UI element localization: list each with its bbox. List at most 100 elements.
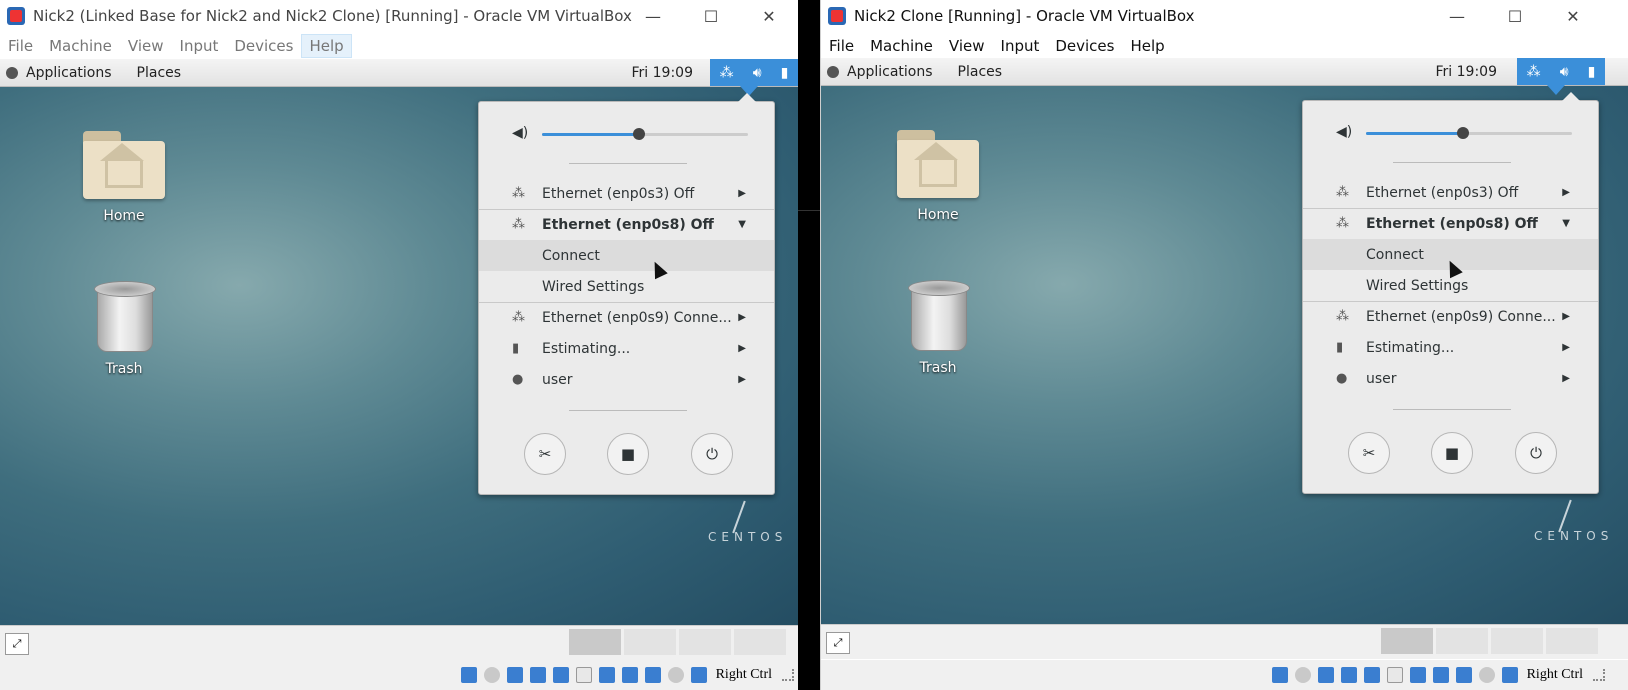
menu-item-battery[interactable]: ▮ Estimating... ▶ [479,333,774,364]
title-bar[interactable]: Nick2 (Linked Base for Nick2 and Nick2 C… [0,0,798,32]
guest-screen[interactable]: Applications Places Fri 19:09 ⁂ 🔊︎ ▮ Hom… [821,58,1628,624]
workspace-4[interactable] [1546,628,1598,654]
desktop-icon-home[interactable]: Home [69,131,179,224]
shared-folders-icon[interactable] [1386,667,1403,683]
clock[interactable]: Fri 19:09 [1436,64,1497,80]
workspace-4[interactable] [734,629,786,655]
applications-menu[interactable]: Applications [827,64,933,80]
resize-grip[interactable] [1593,669,1605,681]
usb-icon[interactable] [1363,667,1380,683]
workspace-2[interactable] [624,629,676,655]
audio-icon[interactable] [1317,667,1334,683]
gnome-top-bar: Applications Places Fri 19:09 ⁂ 🔊︎ ▮ [821,58,1628,95]
menu-devices[interactable]: Devices [226,34,301,58]
keyboard-capture-icon[interactable] [1501,667,1518,683]
volume-row: ◀︎) [1303,123,1598,143]
usb-icon[interactable] [552,667,569,683]
menu-file[interactable]: File [821,34,862,58]
menu-view[interactable]: View [941,34,993,58]
virtualbox-logo-icon [7,7,25,25]
lock-button[interactable]: ■ [1431,432,1473,474]
desktop-icon-home[interactable]: Home [883,130,993,223]
minimize-button[interactable]: — [1428,0,1486,32]
volume-slider-knob[interactable] [1457,127,1469,139]
menu-item-ethernet-enp0s3[interactable]: ⁂ Ethernet (enp0s3) Off ▶ [1303,177,1598,208]
desktop-icon-trash[interactable]: Trash [883,280,993,376]
optical-drive-icon[interactable] [1294,667,1311,683]
mouse-integration-icon[interactable] [667,667,684,683]
power-button[interactable]: ⏻ [1515,432,1557,474]
guest-screen[interactable]: Applications Places Fri 19:09 ⁂ 🔊︎ ▮ Hom… [0,59,798,625]
keyboard-capture-icon[interactable] [690,667,707,683]
network-adapter-icon[interactable] [529,667,546,683]
hard-disk-icon[interactable] [1271,667,1288,683]
network-wired-icon: ⁂ [1336,309,1349,324]
desktop-icon-trash[interactable]: Trash [69,281,179,377]
menu-item-connect[interactable]: Connect [479,240,774,271]
menu-file[interactable]: File [0,34,41,58]
menu-item-ethernet-enp0s9[interactable]: ⁂ Ethernet (enp0s9) Conne... ▶ [479,302,774,333]
settings-button[interactable]: ✂ [524,433,566,475]
settings-button[interactable]: ✂ [1348,432,1390,474]
menu-item-wired-settings[interactable]: Wired Settings [479,271,774,302]
workspace-2[interactable] [1436,628,1488,654]
network-adapter-icon[interactable] [1340,667,1357,683]
places-menu[interactable]: Places [958,64,1003,80]
title-bar[interactable]: Nick2 Clone [Running] - Oracle VM Virtua… [821,0,1628,32]
hard-disk-icon[interactable] [460,667,477,683]
clock[interactable]: Fri 19:09 [632,65,693,81]
menu-machine[interactable]: Machine [41,34,120,58]
menu-item-ethernet-enp0s8[interactable]: ⁂ Ethernet (enp0s8) Off ▼ [479,209,774,240]
scale-mode-button[interactable]: ⤢ [5,633,29,655]
power-button[interactable]: ⏻ [691,433,733,475]
virtualization-icon[interactable] [644,667,661,683]
lock-button[interactable]: ■ [607,433,649,475]
menu-item-ethernet-enp0s3[interactable]: ⁂ Ethernet (enp0s3) Off ▶ [479,178,774,209]
volume-slider[interactable] [1366,127,1572,139]
display-icon[interactable] [598,667,615,683]
menu-help[interactable]: Help [1122,34,1172,58]
menu-input[interactable]: Input [993,34,1048,58]
optical-drive-icon[interactable] [483,667,500,683]
menu-input[interactable]: Input [172,34,227,58]
workspace-1[interactable] [1381,628,1433,654]
minimize-button[interactable]: — [624,0,682,32]
volume-muted-icon: ◀︎) [1336,124,1353,140]
menu-item-ethernet-enp0s8[interactable]: ⁂ Ethernet (enp0s8) Off ▼ [1303,208,1598,239]
volume-slider-knob[interactable] [633,128,645,140]
menu-help[interactable]: Help [301,33,352,58]
video-capture-icon[interactable] [621,667,638,683]
places-menu[interactable]: Places [137,65,182,81]
volume-row: ◀︎) [479,124,774,144]
video-capture-icon[interactable] [1432,667,1449,683]
gnome-foot-icon [6,66,18,79]
mouse-integration-icon[interactable] [1478,667,1495,683]
virtualization-icon[interactable] [1455,667,1472,683]
maximize-button[interactable]: ☐ [682,0,740,32]
menu-machine[interactable]: Machine [862,34,941,58]
workspace-3[interactable] [679,629,731,655]
menu-item-ethernet-enp0s9[interactable]: ⁂ Ethernet (enp0s9) Conne... ▶ [1303,301,1598,332]
display-icon[interactable] [1409,667,1426,683]
menu-item-user[interactable]: ● user ▶ [479,364,774,395]
menu-item-user[interactable]: ● user ▶ [1303,363,1598,394]
workspace-3[interactable] [1491,628,1543,654]
close-button[interactable]: ✕ [740,0,798,32]
audio-icon[interactable] [506,667,523,683]
system-tray[interactable]: ⁂ 🔊︎ ▮ [710,59,798,96]
volume-slider[interactable] [542,128,748,140]
resize-grip[interactable] [782,669,794,681]
volume-muted-icon: ◀︎) [512,125,529,141]
menu-view[interactable]: View [120,34,172,58]
applications-menu[interactable]: Applications [6,65,112,81]
scale-mode-button[interactable]: ⤢ [826,632,850,654]
menu-devices[interactable]: Devices [1047,34,1122,58]
shared-folders-icon[interactable] [575,667,592,683]
menu-item-battery[interactable]: ▮ Estimating... ▶ [1303,332,1598,363]
system-tray[interactable]: ⁂ 🔊︎ ▮ [1517,58,1605,95]
network-wired-icon: ⁂ [512,310,525,325]
close-button[interactable]: ✕ [1544,0,1602,32]
workspace-1[interactable] [569,629,621,655]
window-title: Nick2 Clone [Running] - Oracle VM Virtua… [854,7,1195,25]
maximize-button[interactable]: ☐ [1486,0,1544,32]
